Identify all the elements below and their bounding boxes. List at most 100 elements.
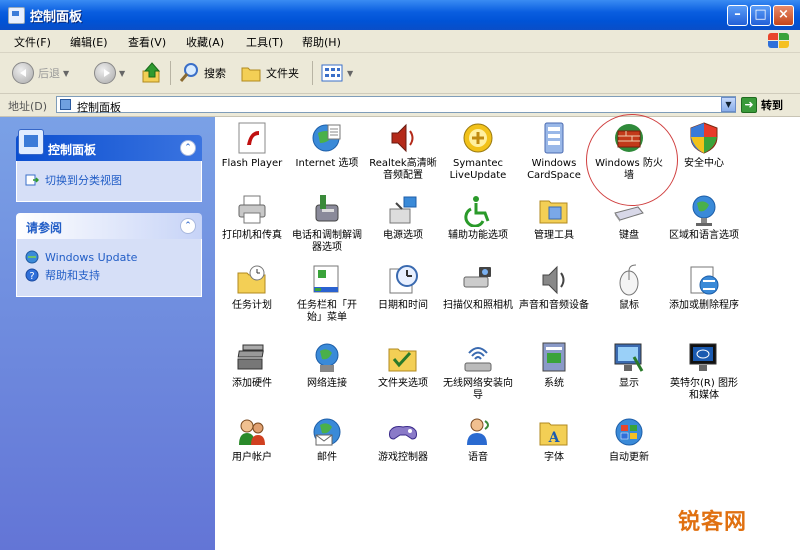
control-panel-item[interactable]: A 字体 (517, 415, 591, 464)
control-panel-icon (8, 7, 25, 24)
control-panel-item[interactable]: 声音和音频设备 (517, 263, 591, 312)
item-label: 安全中心 (684, 158, 724, 169)
control-panel-item[interactable]: 电源选项 (366, 193, 440, 242)
auto-update-icon (612, 415, 646, 449)
control-panel-item[interactable]: 添加硬件 (215, 341, 289, 390)
control-panel-item[interactable]: 语音 (441, 415, 515, 464)
control-panel-item[interactable]: 网络连接 (290, 341, 364, 390)
control-panel-item[interactable]: 系统 (517, 341, 591, 390)
clock-icon (386, 263, 420, 297)
control-panel-item[interactable]: 安全中心 (667, 121, 741, 170)
forward-button[interactable]: ▼ (94, 60, 125, 86)
control-panel-item[interactable]: 鼠标 (592, 263, 666, 312)
control-panel-item[interactable]: 任务栏和「开始」菜单 (290, 263, 364, 324)
help-and-support-link[interactable]: ? 帮助和支持 (25, 267, 193, 283)
go-arrow-icon: ➜ (741, 97, 757, 113)
control-panel-item[interactable]: 邮件 (290, 415, 364, 464)
shield-icon (687, 121, 721, 155)
cardspace-icon (537, 121, 571, 155)
address-bar: 地址(D) 控制面板 ▼ ➜ 转到 (0, 94, 800, 117)
item-label: Flash Player (221, 158, 283, 169)
control-panel-item[interactable]: 管理工具 (517, 193, 591, 242)
up-folder-icon (142, 62, 161, 83)
address-input[interactable]: 控制面板 (56, 96, 736, 114)
switch-view-icon (25, 174, 39, 186)
speaker-icon (386, 121, 420, 155)
menu-file[interactable]: 文件(F) (14, 34, 51, 50)
printer-icon (235, 193, 269, 227)
phone-icon (310, 193, 344, 227)
switch-to-category-view-link[interactable]: 切换到分类视图 (25, 172, 193, 188)
item-label: 键盘 (619, 230, 639, 241)
menu-tools[interactable]: 工具(T) (246, 34, 283, 50)
control-panel-item[interactable]: 显示 (592, 341, 666, 390)
up-folder-button[interactable] (140, 60, 164, 86)
address-dropdown-button[interactable]: ▼ (721, 97, 736, 112)
control-panel-item[interactable]: 英特尔(R) 图形和媒体 (667, 341, 741, 402)
control-panel-item[interactable]: 无线网络安装向导 (441, 341, 515, 402)
back-arrow-icon (12, 62, 34, 84)
menu-favorites[interactable]: 收藏(A) (186, 34, 224, 50)
windows-update-label: Windows Update (45, 250, 138, 264)
hardware-icon (235, 341, 269, 375)
control-panel-item[interactable]: 任务计划 (215, 263, 289, 312)
minimize-button[interactable]: – (727, 5, 748, 26)
item-label: 系统 (544, 378, 564, 389)
control-panel-item[interactable]: 用户帐户 (215, 415, 289, 464)
maximize-button[interactable]: □ (750, 5, 771, 26)
control-panel-section-header[interactable]: 控制面板 ⌃ (16, 129, 202, 161)
control-panel-item[interactable]: Flash Player (215, 121, 289, 170)
section-title: 请参阅 (26, 221, 63, 235)
collapse-chevron-icon[interactable]: ⌃ (180, 140, 196, 156)
windows-update-link[interactable]: Windows Update (25, 250, 193, 264)
item-label: 添加硬件 (232, 378, 272, 389)
control-panel-item[interactable]: 区域和语言选项 (667, 193, 741, 242)
go-button[interactable]: ➜ 转到 (741, 96, 783, 114)
close-button[interactable]: × (773, 5, 794, 26)
control-panel-item[interactable]: Windows CardSpace (517, 121, 591, 182)
control-panel-item[interactable]: 扫描仪和照相机 (441, 263, 515, 312)
liveupdate-icon (461, 121, 495, 155)
help-label: 帮助和支持 (45, 269, 100, 282)
item-label: 鼠标 (619, 300, 639, 311)
item-label: 邮件 (317, 452, 337, 463)
item-label: 扫描仪和照相机 (443, 300, 513, 311)
item-label: 字体 (544, 452, 564, 463)
sound-icon (537, 263, 571, 297)
menu-view[interactable]: 查看(V) (128, 34, 166, 50)
item-label: 无线网络安装向导 (443, 378, 513, 401)
views-button[interactable]: ▼ (320, 60, 353, 86)
menu-help[interactable]: 帮助(H) (302, 34, 341, 50)
control-panel-item[interactable]: 日期和时间 (366, 263, 440, 312)
collapse-chevron-icon[interactable]: ⌃ (180, 218, 196, 234)
see-also-section-header[interactable]: 请参阅 ⌃ (16, 213, 202, 239)
control-panel-item[interactable]: 电话和调制解调器选项 (290, 193, 364, 254)
back-button[interactable]: 后退 ▼ (12, 60, 69, 86)
flash-icon (235, 121, 269, 155)
control-panel-item[interactable]: 添加或删除程序 (667, 263, 741, 312)
address-label: 地址(D) (8, 100, 48, 113)
control-panel-section-body: 切换到分类视图 (16, 161, 202, 202)
control-panel-item[interactable]: 自动更新 (592, 415, 666, 464)
speech-icon (461, 415, 495, 449)
views-dropdown-icon: ▼ (347, 68, 354, 78)
views-icon (321, 64, 343, 82)
menu-edit[interactable]: 编辑(E) (70, 34, 108, 50)
control-panel-item[interactable]: 打印机和传真 (215, 193, 289, 242)
control-panel-item[interactable]: 游戏控制器 (366, 415, 440, 464)
item-label: Symantec LiveUpdate (449, 158, 507, 181)
control-panel-item[interactable]: Symantec LiveUpdate (441, 121, 515, 182)
item-label: 文件夹选项 (378, 378, 428, 389)
control-panel-icon (60, 99, 71, 110)
control-panel-item[interactable]: Internet 选项 (290, 121, 364, 170)
search-button[interactable]: 搜索 (178, 60, 226, 86)
folders-button[interactable]: 文件夹 (240, 60, 299, 86)
item-label: 打印机和传真 (222, 230, 282, 241)
control-panel-item[interactable]: 文件夹选项 (366, 341, 440, 390)
address-value: 控制面板 (77, 101, 121, 114)
svg-text:A: A (548, 430, 561, 446)
toolbar-separator (312, 61, 313, 85)
control-panel-item[interactable]: Realtek高清晰音频配置 (366, 121, 440, 182)
gamepad-icon (386, 415, 420, 449)
control-panel-item[interactable]: 辅助功能选项 (441, 193, 515, 242)
